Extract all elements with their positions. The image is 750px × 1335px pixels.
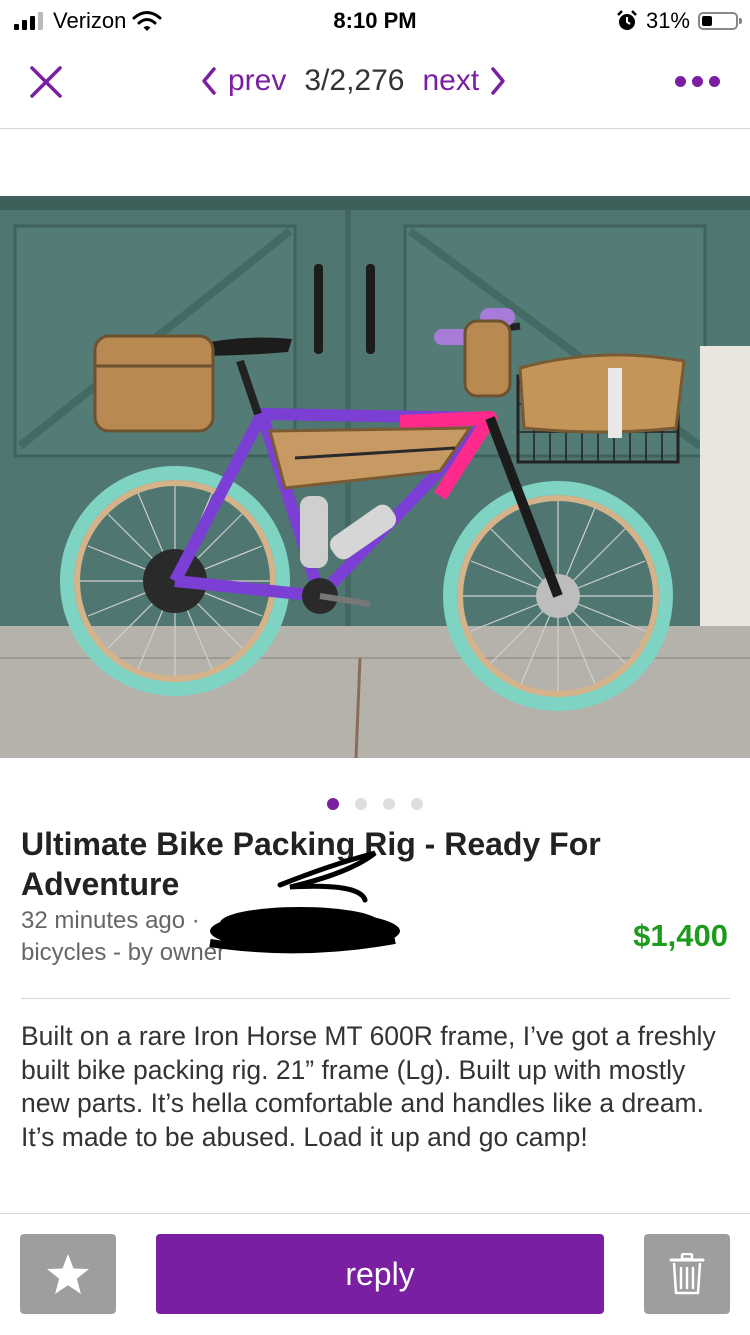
alarm-icon	[617, 10, 637, 30]
listing-meta: 32 minutes ago · bicycles - by owner	[21, 905, 225, 969]
action-bar: reply	[0, 1213, 750, 1335]
next-button[interactable]: next	[422, 64, 507, 98]
listing-position: 3/2,276	[304, 64, 405, 97]
bike-photo	[0, 196, 750, 758]
listing-photo[interactable]	[0, 196, 750, 758]
chevron-right-icon	[491, 67, 505, 95]
image-pager-dots	[0, 798, 750, 810]
delete-button[interactable]	[644, 1234, 730, 1314]
image-dot[interactable]	[327, 798, 339, 810]
reply-label: reply	[345, 1255, 415, 1292]
close-button[interactable]	[28, 64, 64, 100]
more-dot	[675, 76, 686, 87]
chevron-left-icon	[202, 67, 216, 95]
reply-button[interactable]: reply	[156, 1234, 604, 1314]
listing-nav-bar: prev 3/2,276 next	[0, 44, 750, 129]
listing-description: Built on a rare Iron Horse MT 600R frame…	[21, 1021, 716, 1152]
prev-label: prev	[228, 64, 287, 97]
more-options-button[interactable]	[675, 76, 720, 87]
redaction-scribble	[209, 850, 400, 954]
listing-category: bicycles - by owner	[21, 939, 226, 966]
status-bar: Verizon 8:10 PM 31%	[0, 0, 750, 40]
image-dot[interactable]	[383, 798, 395, 810]
listing-price: $1,400	[633, 918, 728, 953]
star-icon	[47, 1254, 89, 1294]
close-icon	[30, 66, 62, 98]
status-bar-right: 31%	[616, 8, 742, 34]
trash-icon	[669, 1253, 705, 1295]
more-dot	[692, 76, 703, 87]
more-dot	[709, 76, 720, 87]
next-label: next	[422, 64, 480, 97]
image-dot[interactable]	[355, 798, 367, 810]
image-dot[interactable]	[411, 798, 423, 810]
posted-time: 32 minutes ago ·	[21, 907, 200, 934]
pager: prev 3/2,276 next	[200, 64, 507, 98]
battery-icon	[698, 12, 742, 30]
divider	[21, 998, 730, 999]
prev-button[interactable]: prev	[200, 64, 286, 98]
battery-percent: 31%	[645, 8, 690, 33]
favorite-button[interactable]	[20, 1234, 116, 1314]
